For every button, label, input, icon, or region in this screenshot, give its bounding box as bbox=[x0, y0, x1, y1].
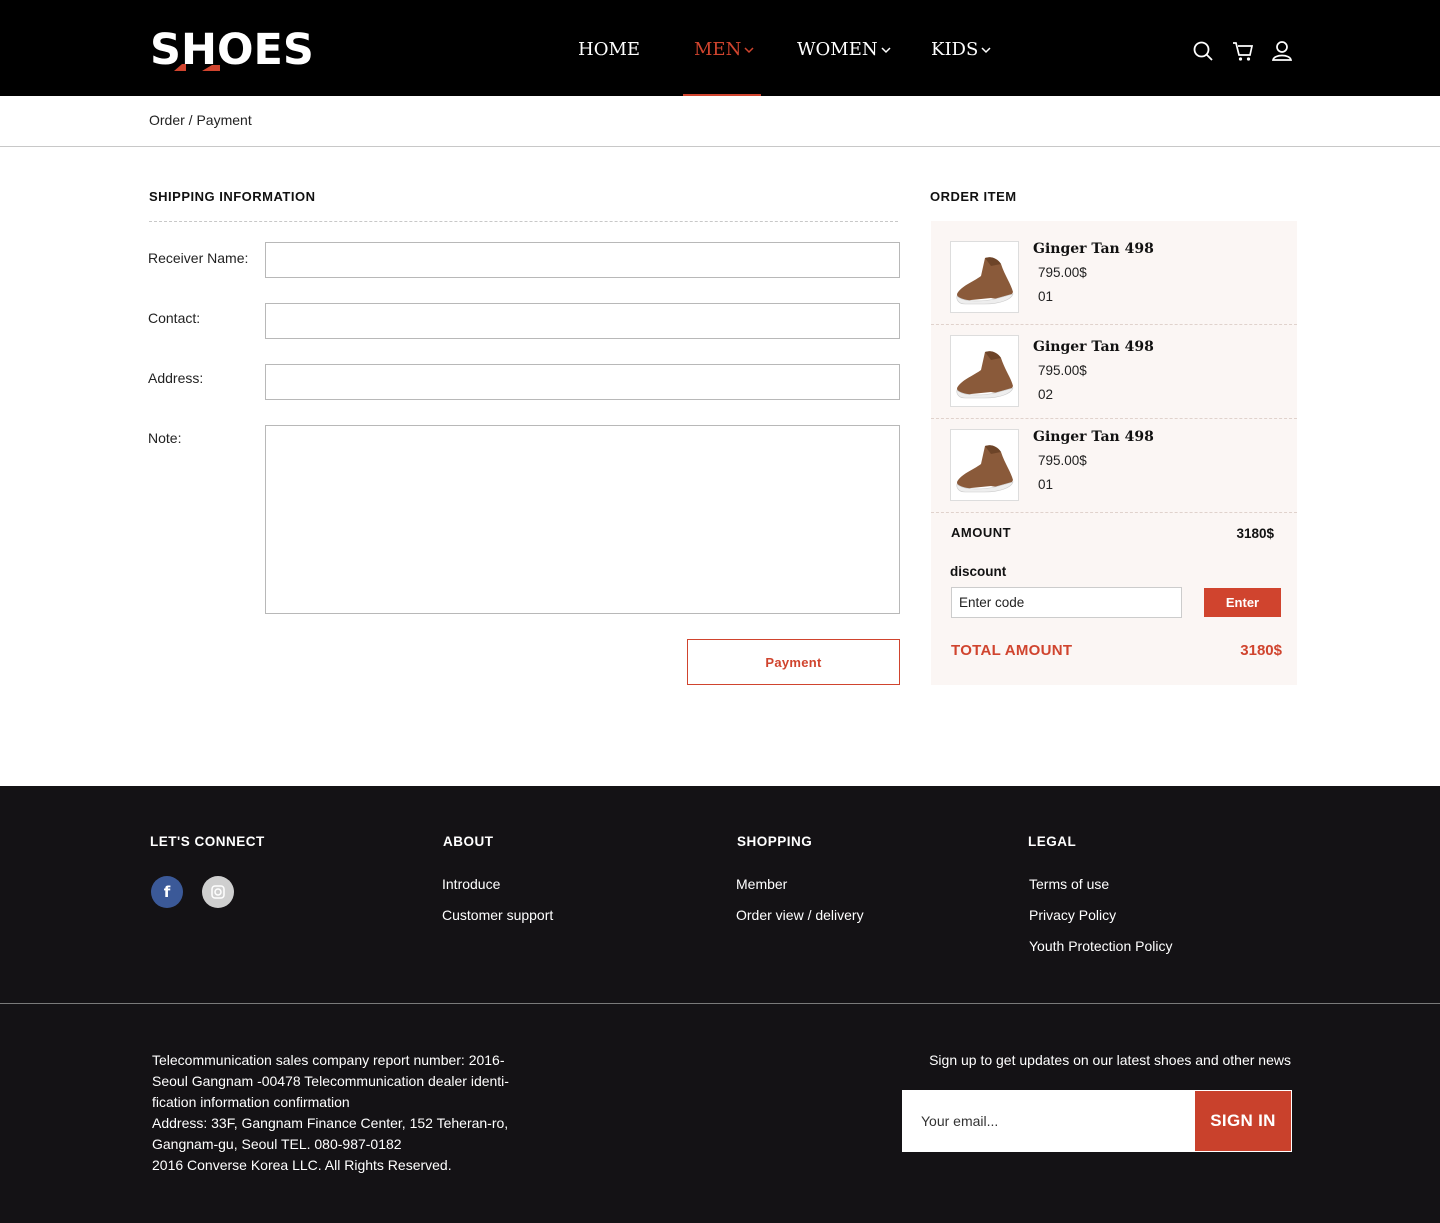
company-info: Telecommunication sales company report n… bbox=[152, 1052, 509, 1173]
chevron-down-icon bbox=[744, 47, 754, 54]
receiver-name-input[interactable] bbox=[265, 242, 900, 278]
discount-label: discount bbox=[950, 564, 1007, 579]
nav-home[interactable]: HOME bbox=[578, 38, 640, 62]
total-amount-label: TOTAL AMOUNT bbox=[951, 642, 1073, 659]
footer-link-member[interactable]: Member bbox=[736, 876, 787, 892]
product-price: 795.00$ bbox=[1038, 265, 1087, 280]
footer-about-title: ABOUT bbox=[443, 834, 494, 849]
order-item: Ginger Tan 498 795.00$ 02 bbox=[931, 325, 1297, 419]
footer-link-privacy[interactable]: Privacy Policy bbox=[1029, 907, 1116, 923]
product-quantity: 01 bbox=[1038, 289, 1054, 304]
shoe-image bbox=[956, 257, 1014, 305]
footer-link-order-view[interactable]: Order view / delivery bbox=[736, 907, 864, 923]
contact-input[interactable] bbox=[265, 303, 900, 339]
amount-value: 3180$ bbox=[1236, 526, 1274, 541]
instagram-icon[interactable] bbox=[202, 876, 234, 908]
shoe-image bbox=[956, 351, 1014, 399]
payment-button[interactable]: Payment bbox=[687, 639, 900, 685]
newsletter-email-input[interactable] bbox=[902, 1090, 1194, 1152]
product-thumbnail[interactable] bbox=[950, 335, 1019, 407]
product-thumbnail[interactable] bbox=[950, 429, 1019, 501]
site-footer: LET'S CONNECT f ABOUT Introduce Customer… bbox=[0, 786, 1440, 1223]
divider bbox=[0, 146, 1440, 147]
facebook-icon[interactable]: f bbox=[151, 876, 183, 908]
divider bbox=[149, 221, 898, 222]
nav-women[interactable]: WOMEN bbox=[797, 38, 892, 62]
shoe-image bbox=[956, 445, 1014, 493]
product-name[interactable]: Ginger Tan 498 bbox=[1033, 339, 1154, 355]
product-price: 795.00$ bbox=[1038, 453, 1087, 468]
address-label: Address: bbox=[148, 370, 204, 386]
nav-men[interactable]: MEN bbox=[694, 38, 755, 62]
site-header: SHOES HOME MEN WOMEN KIDS bbox=[0, 0, 1440, 96]
product-name[interactable]: Ginger Tan 498 bbox=[1033, 429, 1154, 445]
nav-active-indicator bbox=[683, 94, 761, 96]
product-thumbnail[interactable] bbox=[950, 241, 1019, 313]
search-icon[interactable] bbox=[1192, 40, 1214, 62]
cart-icon[interactable] bbox=[1232, 40, 1254, 62]
product-quantity: 01 bbox=[1038, 477, 1054, 492]
sign-in-button[interactable]: SIGN IN bbox=[1194, 1090, 1292, 1152]
order-item: Ginger Tan 498 795.00$ 01 bbox=[931, 221, 1297, 325]
shipping-title: SHIPPING INFORMATION bbox=[149, 189, 316, 204]
order-item: Ginger Tan 498 795.00$ 01 bbox=[931, 419, 1297, 513]
chevron-down-icon bbox=[881, 47, 891, 54]
apply-discount-button[interactable]: Enter bbox=[1204, 588, 1281, 617]
breadcrumb: Order / Payment bbox=[149, 112, 252, 128]
product-name[interactable]: Ginger Tan 498 bbox=[1033, 241, 1154, 257]
order-title: ORDER ITEM bbox=[930, 189, 1017, 204]
footer-link-youth-protection[interactable]: Youth Protection Policy bbox=[1029, 938, 1172, 954]
product-price: 795.00$ bbox=[1038, 363, 1087, 378]
footer-link-customer-support[interactable]: Customer support bbox=[442, 907, 553, 923]
note-label: Note: bbox=[148, 430, 182, 446]
note-textarea[interactable] bbox=[265, 425, 900, 614]
amount-label: AMOUNT bbox=[951, 525, 1012, 540]
footer-shopping-title: SHOPPING bbox=[737, 834, 813, 849]
footer-link-introduce[interactable]: Introduce bbox=[442, 876, 500, 892]
address-input[interactable] bbox=[265, 364, 900, 400]
user-icon[interactable] bbox=[1271, 40, 1293, 62]
discount-code-input[interactable] bbox=[951, 587, 1182, 618]
product-quantity: 02 bbox=[1038, 387, 1054, 402]
footer-legal-title: LEGAL bbox=[1028, 834, 1077, 849]
total-amount-value: 3180$ bbox=[1240, 642, 1282, 659]
footer-connect-title: LET'S CONNECT bbox=[150, 834, 265, 849]
divider bbox=[0, 1003, 1440, 1004]
chevron-down-icon bbox=[981, 47, 991, 54]
contact-label: Contact: bbox=[148, 310, 201, 326]
footer-link-terms[interactable]: Terms of use bbox=[1029, 876, 1109, 892]
receiver-name-label: Receiver Name: bbox=[148, 250, 249, 266]
nav-kids[interactable]: KIDS bbox=[931, 38, 992, 62]
newsletter-text: Sign up to get updates on our latest sho… bbox=[929, 1052, 1291, 1068]
logo-heel-icon bbox=[174, 64, 220, 71]
order-panel: Ginger Tan 498 795.00$ 01 Ginger Tan 498… bbox=[931, 221, 1297, 685]
